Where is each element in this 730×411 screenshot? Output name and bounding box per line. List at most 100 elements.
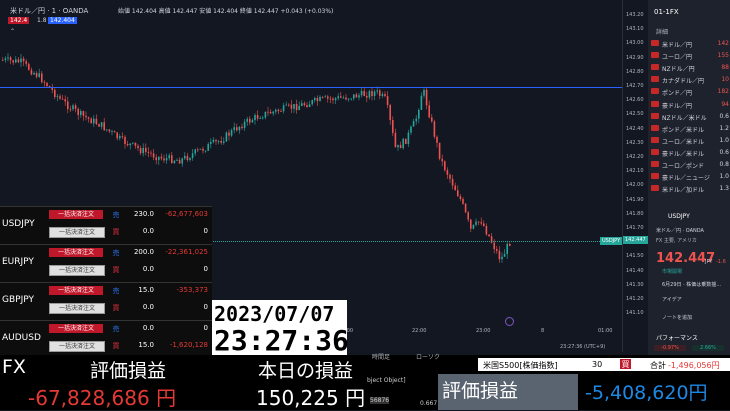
price-tick: 142.10 <box>626 168 644 175</box>
candle-body <box>33 72 35 75</box>
fx-label: FX <box>2 356 26 378</box>
candle-body <box>225 132 228 142</box>
candle-body <box>423 89 425 96</box>
fx-pnl-label: 評価損益 <box>90 360 167 382</box>
watchlist-row[interactable]: ポンド／円 182 <box>648 86 730 97</box>
timezone-label[interactable]: 23:27:36 (UTC+9) <box>560 344 605 350</box>
horizontal-line[interactable] <box>0 87 622 88</box>
candle-body <box>379 90 381 96</box>
watchlist-row[interactable]: ユーロ／米ドル 1.0 <box>648 135 730 146</box>
candle-body <box>295 104 298 111</box>
candle-body <box>501 256 503 260</box>
close-all-disabled-button[interactable]: 一括決済注文 <box>49 265 105 276</box>
datetime-overlay: 2023/07/07 23:27:36 <box>212 300 349 357</box>
watchlist-symbol: カナダドル／円 <box>662 78 705 86</box>
watchlist-symbol: 豪ドル／ニュージ <box>662 175 710 183</box>
candle-body <box>347 98 350 100</box>
watchlist-price: 88 <box>721 64 729 72</box>
candle-body <box>22 58 25 62</box>
price-axis[interactable]: 143.20 143.10 143.00 142.90 142.80 142.70 142.… <box>622 0 649 352</box>
watchlist-row[interactable]: ポンド／米ドル 1.2 <box>648 123 730 134</box>
watchlist-row[interactable]: 豪ドル／ニュージ 1.0 <box>648 171 730 182</box>
candle-body <box>38 73 40 77</box>
candle-body <box>267 111 269 113</box>
watchlist-row[interactable]: 豪ドル／米ドル 0.6 <box>648 147 730 158</box>
candle-body <box>472 224 475 229</box>
candle-body <box>345 97 347 100</box>
close-all-button[interactable]: 一括決済注文 <box>49 324 103 333</box>
candle-body <box>399 144 402 149</box>
watchlist-price: 142 <box>717 40 729 47</box>
candle-body <box>25 61 27 64</box>
watchlist-header[interactable]: 01-1FX <box>654 8 679 16</box>
candle-body <box>249 118 251 123</box>
candle-body <box>277 109 280 112</box>
position-symbol: GBPJPY <box>2 295 34 305</box>
candle-body <box>386 96 389 106</box>
candle-body <box>446 170 449 175</box>
candle-body <box>119 136 121 139</box>
watchlist-row[interactable]: 豪ドル／円 94 <box>648 99 730 110</box>
candle-body <box>488 234 490 237</box>
candle-body <box>264 111 267 118</box>
candle-body <box>82 111 85 116</box>
tab-candles[interactable]: ローソク <box>416 352 440 361</box>
watchlist-row[interactable]: 米ドル／円 142 <box>648 38 730 49</box>
close-all-disabled-button[interactable]: 一括決済注文 <box>49 227 105 238</box>
close-all-button[interactable]: 一括決済注文 <box>49 286 103 295</box>
sell-button[interactable]: 142.4 <box>8 17 30 24</box>
candle-body <box>124 136 126 145</box>
price-tick: 141.90 <box>626 196 644 203</box>
tab-timeframe[interactable]: 時間足 <box>372 352 390 361</box>
candle-body <box>15 59 17 63</box>
flag-icon <box>651 136 659 143</box>
candle-body <box>436 136 438 143</box>
watchlist-row[interactable]: NZドル／円 88 <box>648 62 730 73</box>
watchlist-symbol: ユーロ／円 <box>662 54 693 62</box>
flag-icon <box>651 100 659 107</box>
close-all-disabled-button[interactable]: 一括決済注文 <box>49 303 105 314</box>
candle-body <box>366 95 368 98</box>
candle-body <box>204 150 207 152</box>
candle-body <box>150 152 152 154</box>
buy-button[interactable]: 142.404 <box>48 17 77 24</box>
close-all-disabled-button[interactable]: 一括決済注文 <box>49 341 105 352</box>
watchlist-row[interactable]: ユーロ／ポンド 0.8 <box>648 159 730 170</box>
candle-body <box>329 98 332 100</box>
news-item[interactable]: 6月29日 · 株価は乗数揺... <box>662 281 721 288</box>
price-tick: 141.20 <box>626 296 644 302</box>
close-all-button[interactable]: 一括決済注文 <box>49 248 103 257</box>
position-row: EURJPY 一括決済注文 一括決済注文売 200.0 -22,361,025 買 0.0 0 <box>0 245 212 283</box>
candle-body <box>301 103 303 106</box>
watchlist-row[interactable]: カナダドル／円 10 <box>648 74 730 85</box>
candle-body <box>189 158 191 160</box>
candle-body <box>288 104 290 106</box>
ideas-button[interactable]: アイデア <box>662 296 682 303</box>
flag-icon <box>651 185 659 192</box>
position-side: 売 <box>112 325 120 333</box>
detail-unit: JPY <box>705 259 713 265</box>
watchlist-price: 155 <box>717 52 729 60</box>
price-tick: 142.70 <box>626 83 644 89</box>
collapse-icon[interactable]: ⌃ <box>10 28 15 35</box>
marker-circle[interactable] <box>505 317 514 326</box>
position-symbol: AUDUSD <box>2 333 41 343</box>
add-note-button[interactable]: ノートを追加 <box>662 314 692 321</box>
position-row: USDJPY 一括決済注文 一括決済注文売 230.0 -62,677,603 買 0.0 0 <box>0 207 212 245</box>
performance-title: パフォーマンス <box>656 335 698 342</box>
watchlist-row[interactable]: NZドル／米ドル 0.6 <box>648 111 730 122</box>
watchlist-row[interactable]: 米ドル／加ドル 1.3 <box>648 183 730 194</box>
price-tick: 142.30 <box>626 139 644 146</box>
position-symbol: USDJPY <box>2 219 35 229</box>
symbol-title[interactable]: 米ドル／円 · 1 · OANDA <box>10 6 88 16</box>
detail-symbol[interactable]: USDJPY <box>668 213 690 220</box>
close-all-button[interactable]: 一括決済注文 <box>49 210 103 219</box>
candle-body <box>493 242 495 250</box>
flag-icon <box>651 64 659 71</box>
candle-body <box>467 212 469 220</box>
watchlist-price: 1.3 <box>719 185 729 193</box>
watchlist-row[interactable]: ユーロ／円 155 <box>648 50 730 61</box>
candle-body <box>314 97 316 101</box>
candle-body <box>95 118 98 125</box>
position-pnl: -1,620,128 <box>169 341 208 349</box>
